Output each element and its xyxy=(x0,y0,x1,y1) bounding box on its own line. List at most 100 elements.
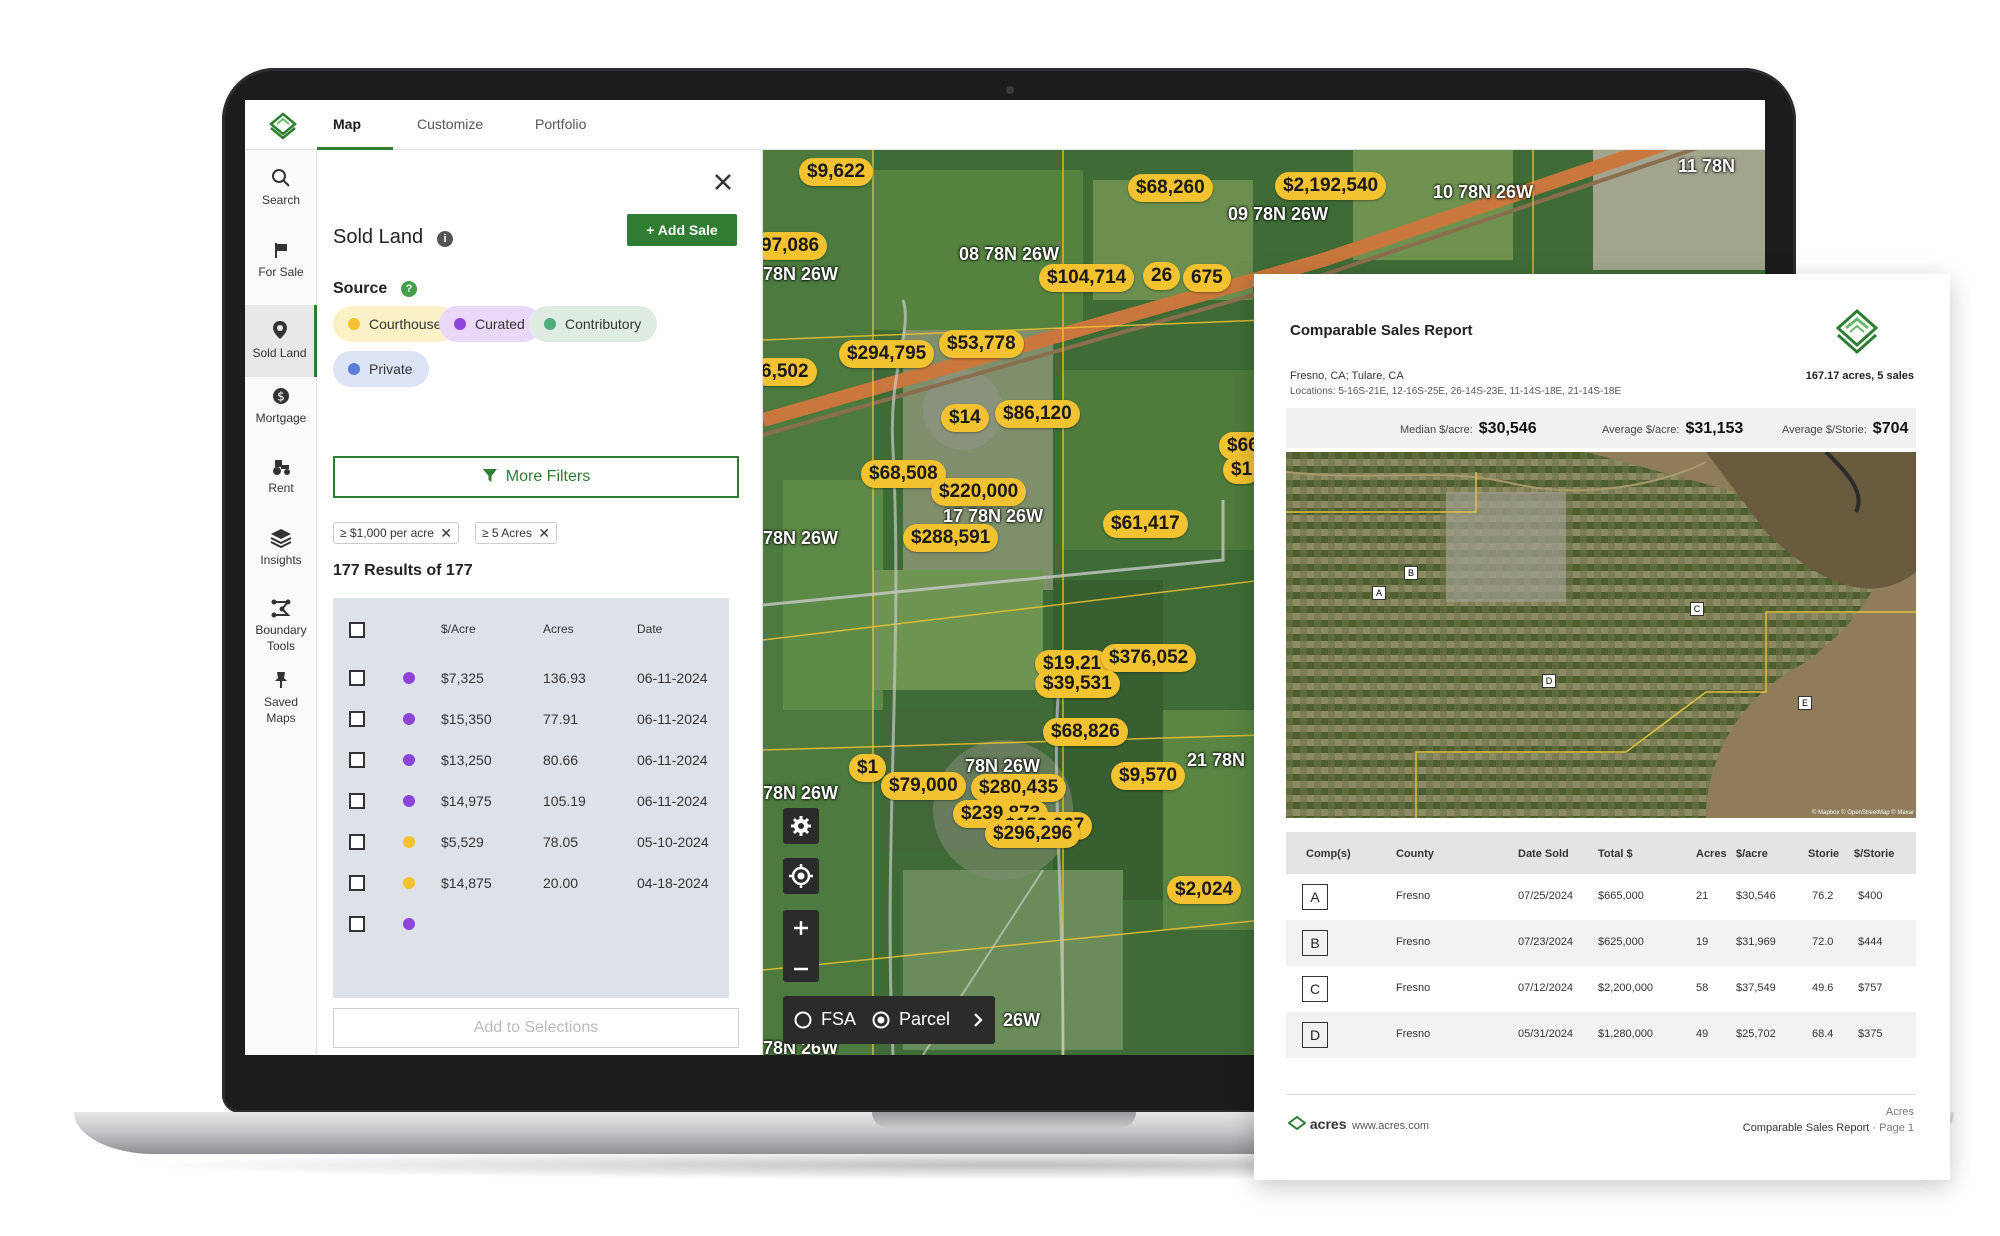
price-tag[interactable]: 6,502 xyxy=(763,358,817,386)
sidebar-item-for-sale[interactable]: For Sale xyxy=(245,240,317,312)
footer-page-info: Comparable Sales Report · Page 1 xyxy=(1742,1122,1914,1134)
price-tag[interactable]: $9,622 xyxy=(799,158,874,186)
top-navbar: Map Customize Portfolio xyxy=(245,100,1765,150)
sidebar-item-boundary-tools[interactable]: Boundary Tools xyxy=(245,598,317,664)
search-icon xyxy=(272,169,290,187)
results-table: $/Acre Acres Date $7,325 136.93 06-11-20… xyxy=(333,598,729,998)
gear-icon xyxy=(791,816,811,836)
source-dot-icon xyxy=(403,672,415,684)
close-icon[interactable] xyxy=(711,170,735,194)
comp-badge: A xyxy=(1302,884,1328,910)
tab-portfolio[interactable]: Portfolio xyxy=(535,116,586,132)
filter-label: ≥ $1,000 per acre xyxy=(340,526,434,540)
row-date: 05-10-2024 xyxy=(637,834,709,850)
map-settings-button[interactable] xyxy=(783,808,819,844)
price-tag[interactable]: $68,826 xyxy=(1043,718,1128,746)
sidebar-item-sold-land[interactable]: Sold Land xyxy=(245,305,317,377)
price-tag[interactable]: $14 xyxy=(941,404,989,432)
row-price: $13,250 xyxy=(441,752,492,768)
price-tag[interactable]: $296,296 xyxy=(985,820,1081,848)
radio-unchecked-icon[interactable] xyxy=(793,1010,813,1030)
row-acres: 136.93 xyxy=(543,670,586,686)
source-dot-icon xyxy=(403,877,415,889)
price-tag[interactable]: $280,435 xyxy=(971,774,1067,802)
price-tag[interactable]: $53,778 xyxy=(939,330,1024,358)
radio-checked-icon[interactable] xyxy=(871,1010,891,1030)
select-all-checkbox[interactable] xyxy=(349,622,365,638)
price-tag[interactable]: $39,531 xyxy=(1035,670,1120,698)
info-icon[interactable]: i xyxy=(437,231,453,247)
active-filter-price[interactable]: ≥ $1,000 per acre ✕ xyxy=(333,522,459,544)
courthouse-dot-icon xyxy=(348,318,360,330)
footer-url: www.acres.com xyxy=(1352,1120,1430,1132)
row-checkbox[interactable] xyxy=(349,752,365,768)
sidebar-item-insights[interactable]: Insights xyxy=(245,528,317,600)
row-date: 06-11-2024 xyxy=(637,670,708,686)
remove-filter-icon[interactable]: ✕ xyxy=(440,523,452,543)
source-chip-contributory[interactable]: Contributory xyxy=(529,306,658,342)
price-tag[interactable]: $1 xyxy=(849,754,887,782)
sidebar-item-rent[interactable]: Rent xyxy=(245,456,317,528)
row-checkbox[interactable] xyxy=(349,711,365,727)
row-checkbox[interactable] xyxy=(349,670,365,686)
acres-logo-icon xyxy=(1287,1115,1307,1131)
help-icon[interactable]: ? xyxy=(401,281,417,297)
row-price: $15,350 xyxy=(441,711,492,727)
laptop-notch xyxy=(872,1112,1136,1128)
price-tag[interactable]: $86,120 xyxy=(995,400,1080,428)
layer-option-fsa[interactable]: FSA xyxy=(821,1009,856,1030)
locate-button[interactable] xyxy=(783,858,819,894)
acres-logo-icon xyxy=(1835,308,1879,355)
price-tag[interactable]: $294,795 xyxy=(839,340,935,368)
price-tag[interactable]: $79,000 xyxy=(881,772,966,800)
row-checkbox[interactable] xyxy=(349,793,365,809)
price-tag[interactable]: 97,086 xyxy=(763,232,828,260)
active-filter-acres[interactable]: ≥ 5 Acres ✕ xyxy=(475,522,557,544)
chevron-right-icon[interactable] xyxy=(971,1011,985,1029)
zoom-out-icon[interactable] xyxy=(783,951,819,987)
price-tag[interactable]: $104,714 xyxy=(1039,264,1135,292)
more-filters-button[interactable]: More Filters xyxy=(333,456,739,498)
price-tag[interactable]: $376,052 xyxy=(1101,644,1197,672)
price-tag[interactable]: $68,260 xyxy=(1128,174,1213,202)
price-tag[interactable]: $288,591 xyxy=(903,524,999,552)
sidebar-item-mortgage[interactable]: $ Mortgage xyxy=(245,386,317,458)
row-checkbox[interactable] xyxy=(349,875,365,891)
map-marker-d: D xyxy=(1542,674,1556,688)
sidebar-item-saved-maps[interactable]: Saved Maps xyxy=(245,670,317,736)
column-header-acres[interactable]: Acres xyxy=(543,622,574,636)
chip-label: Contributory xyxy=(565,316,642,332)
tab-map[interactable]: Map xyxy=(333,116,361,132)
chip-label: Curated xyxy=(475,316,525,332)
sidebar-item-search[interactable]: Search xyxy=(245,168,317,240)
filter-icon xyxy=(482,469,497,482)
tab-customize[interactable]: Customize xyxy=(417,116,483,132)
price-tag[interactable]: 26 xyxy=(1143,262,1181,290)
row-checkbox[interactable] xyxy=(349,916,365,932)
price-tag[interactable]: $2,024 xyxy=(1167,876,1242,904)
report-table-header: Comp(s) County Date Sold Total $ Acres $… xyxy=(1286,832,1916,874)
zoom-controls xyxy=(783,910,819,982)
svg-text:$: $ xyxy=(277,390,285,404)
source-chip-private[interactable]: Private xyxy=(333,351,429,387)
price-tag[interactable]: $2,192,540 xyxy=(1275,172,1387,200)
remove-filter-icon[interactable]: ✕ xyxy=(538,523,550,543)
price-tag[interactable]: $9,570 xyxy=(1111,762,1186,790)
private-dot-icon xyxy=(348,363,360,375)
acres-logo-icon[interactable] xyxy=(269,112,297,140)
column-header-date[interactable]: Date xyxy=(637,622,662,636)
laptop-camera xyxy=(1006,86,1014,94)
zoom-in-icon[interactable] xyxy=(783,910,819,946)
price-tag[interactable]: $220,000 xyxy=(931,478,1027,506)
price-tag[interactable]: 675 xyxy=(1183,264,1231,292)
stat-average: Average $/acre: $31,153 xyxy=(1602,420,1744,437)
layer-option-parcel[interactable]: Parcel xyxy=(899,1009,950,1030)
column-header-price[interactable]: $/Acre xyxy=(441,622,476,636)
price-tag[interactable]: $61,417 xyxy=(1103,510,1188,538)
add-to-selections-button[interactable]: Add to Selections xyxy=(333,1008,739,1048)
row-checkbox[interactable] xyxy=(349,834,365,850)
section-label: 10 78N 26W xyxy=(1433,182,1534,202)
tractor-icon xyxy=(273,460,290,475)
source-chip-curated[interactable]: Curated xyxy=(439,306,541,342)
add-sale-button[interactable]: + Add Sale xyxy=(627,214,737,246)
